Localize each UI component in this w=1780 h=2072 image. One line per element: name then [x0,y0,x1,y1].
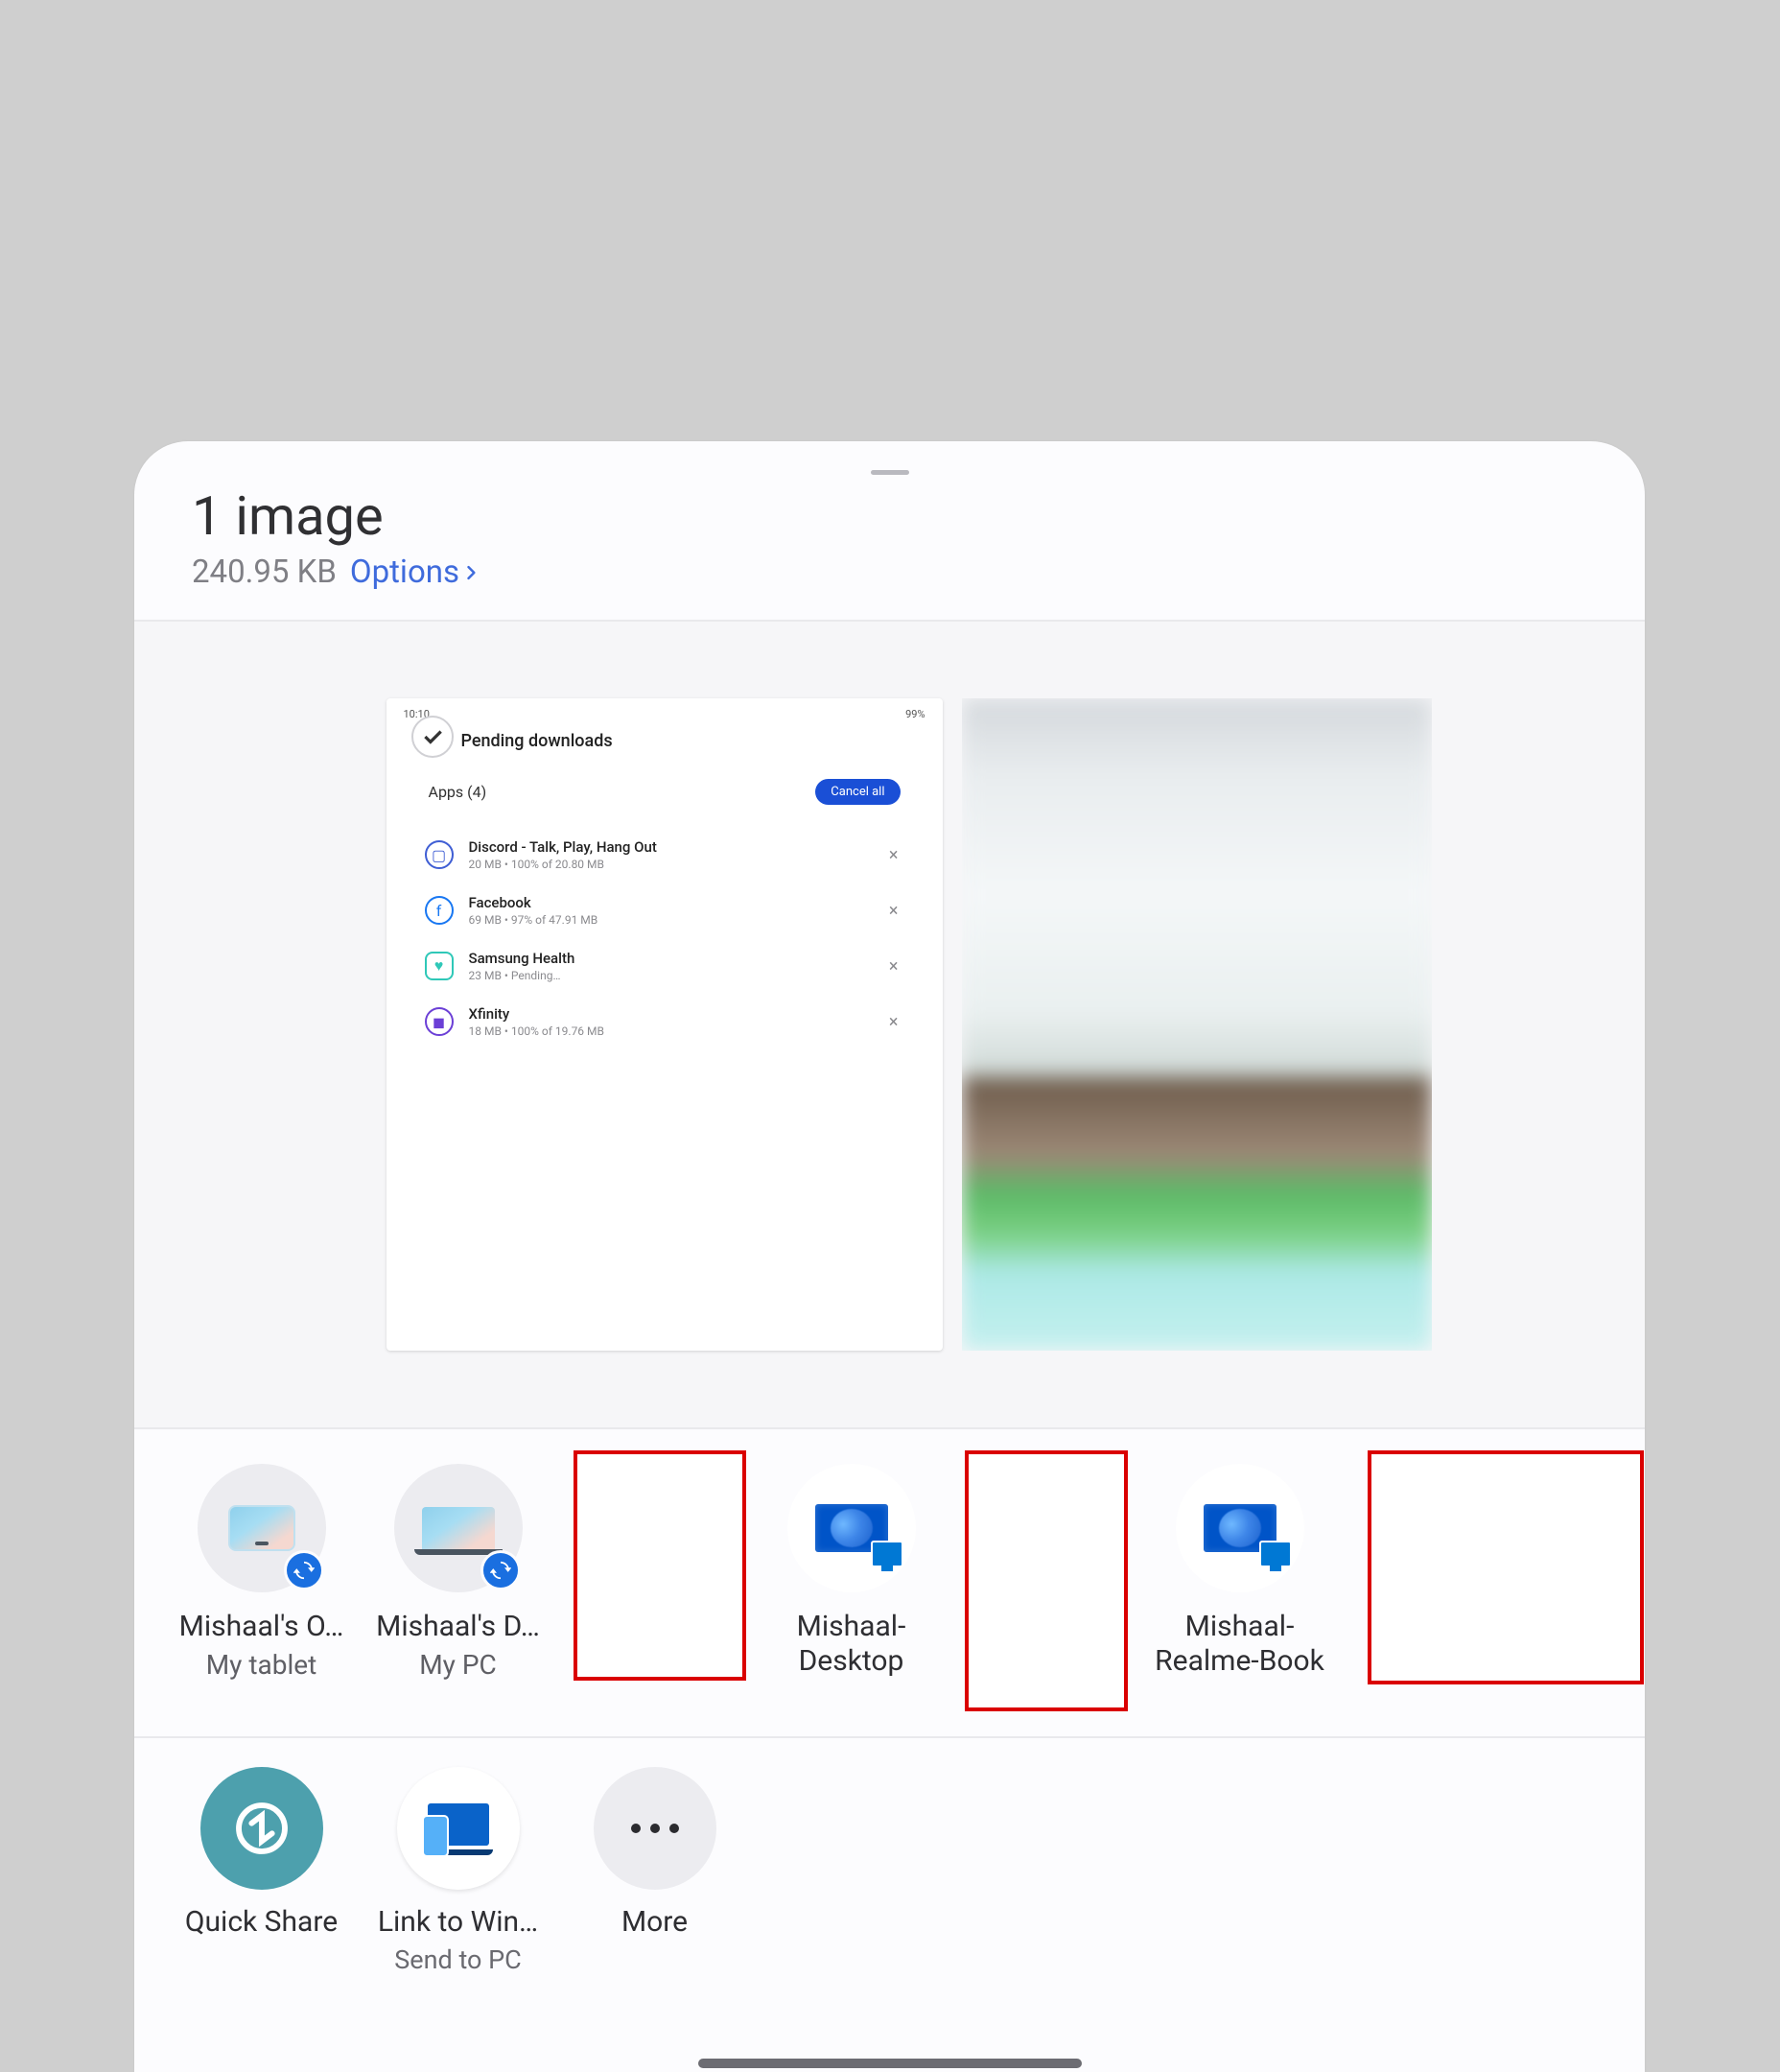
facebook-icon: f [425,896,454,925]
windows-monitor-icon [815,1504,888,1552]
monitor-badge-icon [1259,1541,1292,1567]
target-my-tablet[interactable]: Mishaal's O… My tablet [163,1464,360,1681]
xfinity-icon: ◼ [425,1007,454,1036]
preview-thumbnail-blurred [962,698,1432,1351]
target-realme-book[interactable]: Mishaal-Realme-Book [1141,1464,1338,1679]
device-avatar [198,1464,326,1592]
sync-badge-icon [480,1550,521,1590]
quick-share-icon [200,1767,323,1890]
target-label: Mishaal-Desktop [761,1610,943,1679]
tablet-icon [228,1505,295,1551]
close-icon: × [883,901,904,921]
action-label: Quick Share [185,1905,338,1939]
device-avatar [394,1464,523,1592]
mini-apps-count: Apps (4) [429,783,487,801]
samsung-health-icon: ♥ [425,952,454,980]
share-subrow: 240.95 KB Options [192,553,1587,591]
mini-status-battery: 99% [905,708,925,720]
device-avatar [787,1464,916,1592]
close-icon: × [883,1012,904,1032]
annotation-box [965,1450,1128,1711]
action-link-to-windows[interactable]: Link to Win… Send to PC [360,1767,556,1975]
list-item: f Facebook 69 MB • 97% of 47.91 MB × [425,883,904,938]
list-item: ◼ Xfinity 18 MB • 100% of 19.76 MB × [425,994,904,1049]
target-sublabel: My tablet [206,1649,317,1681]
target-sublabel: My PC [419,1649,497,1681]
selection-check-icon[interactable] [411,716,454,758]
more-icon [594,1767,716,1890]
action-label: More [621,1905,688,1939]
close-icon: × [883,956,904,977]
share-header: 1 image 240.95 KB Options [134,475,1645,620]
preview-thumbnail-2[interactable] [962,698,1432,1351]
mini-item-name: Xfinity [469,1005,883,1023]
discord-icon: ▢ [425,840,454,869]
mini-download-list: ▢ Discord - Talk, Play, Hang Out 20 MB •… [425,827,904,1049]
mini-item-name: Samsung Health [469,950,883,967]
preview-row[interactable]: 10:10 99% Pending downloads Apps (4) Can… [134,622,1645,1427]
link-to-windows-icon [397,1767,520,1890]
device-avatar [1176,1464,1304,1592]
action-sublabel: Send to PC [394,1944,521,1975]
close-icon: × [883,845,904,865]
mini-item-name: Discord - Talk, Play, Hang Out [469,838,883,856]
action-quick-share[interactable]: Quick Share [163,1767,360,1975]
laptop-icon [422,1507,495,1549]
mini-cancel-all: Cancel all [815,779,900,805]
sync-badge-icon [284,1550,324,1590]
mini-item-sub: 18 MB • 100% of 19.76 MB [469,1024,883,1038]
annotation-box [574,1450,746,1681]
preview-thumbnail-selected[interactable]: 10:10 99% Pending downloads Apps (4) Can… [386,698,943,1351]
mini-statusbar: 10:10 99% [386,708,943,720]
target-label: Mishaal's O… [179,1610,344,1643]
target-desktop[interactable]: Mishaal-Desktop [753,1464,949,1679]
options-link[interactable]: Options [350,553,480,591]
chevron-right-icon [461,563,480,582]
windows-monitor-icon [1204,1504,1276,1552]
mini-page-title: Pending downloads [461,731,613,751]
action-more[interactable]: More [556,1767,753,1975]
mini-item-sub: 69 MB • 97% of 47.91 MB [469,913,883,927]
action-label: Link to Win… [378,1905,538,1939]
share-sheet: 1 image 240.95 KB Options 10:10 99% Pend… [134,441,1645,2072]
share-filesize: 240.95 KB [192,553,337,591]
monitor-badge-icon [871,1541,903,1567]
annotation-box [1368,1450,1644,1684]
target-my-pc[interactable]: Mishaal's D… My PC [360,1464,556,1681]
target-label: Mishaal's D… [376,1610,540,1643]
list-item: ♥ Samsung Health 23 MB • Pending… × [425,938,904,994]
target-label: Mishaal-Realme-Book [1149,1610,1331,1679]
mini-apps-header-row: Apps (4) Cancel all [429,779,901,805]
list-item: ▢ Discord - Talk, Play, Hang Out 20 MB •… [425,827,904,883]
share-title: 1 image [192,484,1587,548]
options-label: Options [350,553,459,591]
mini-item-sub: 20 MB • 100% of 20.80 MB [469,858,883,871]
mini-item-sub: 23 MB • Pending… [469,969,883,982]
share-targets-row[interactable]: Mishaal's O… My tablet Mishaal's D… My P… [134,1429,1645,1736]
share-actions-row: Quick Share Link to Win… Send to PC More [134,1738,1645,1975]
mini-item-name: Facebook [469,894,883,911]
gesture-nav-bar[interactable] [698,2059,1082,2068]
